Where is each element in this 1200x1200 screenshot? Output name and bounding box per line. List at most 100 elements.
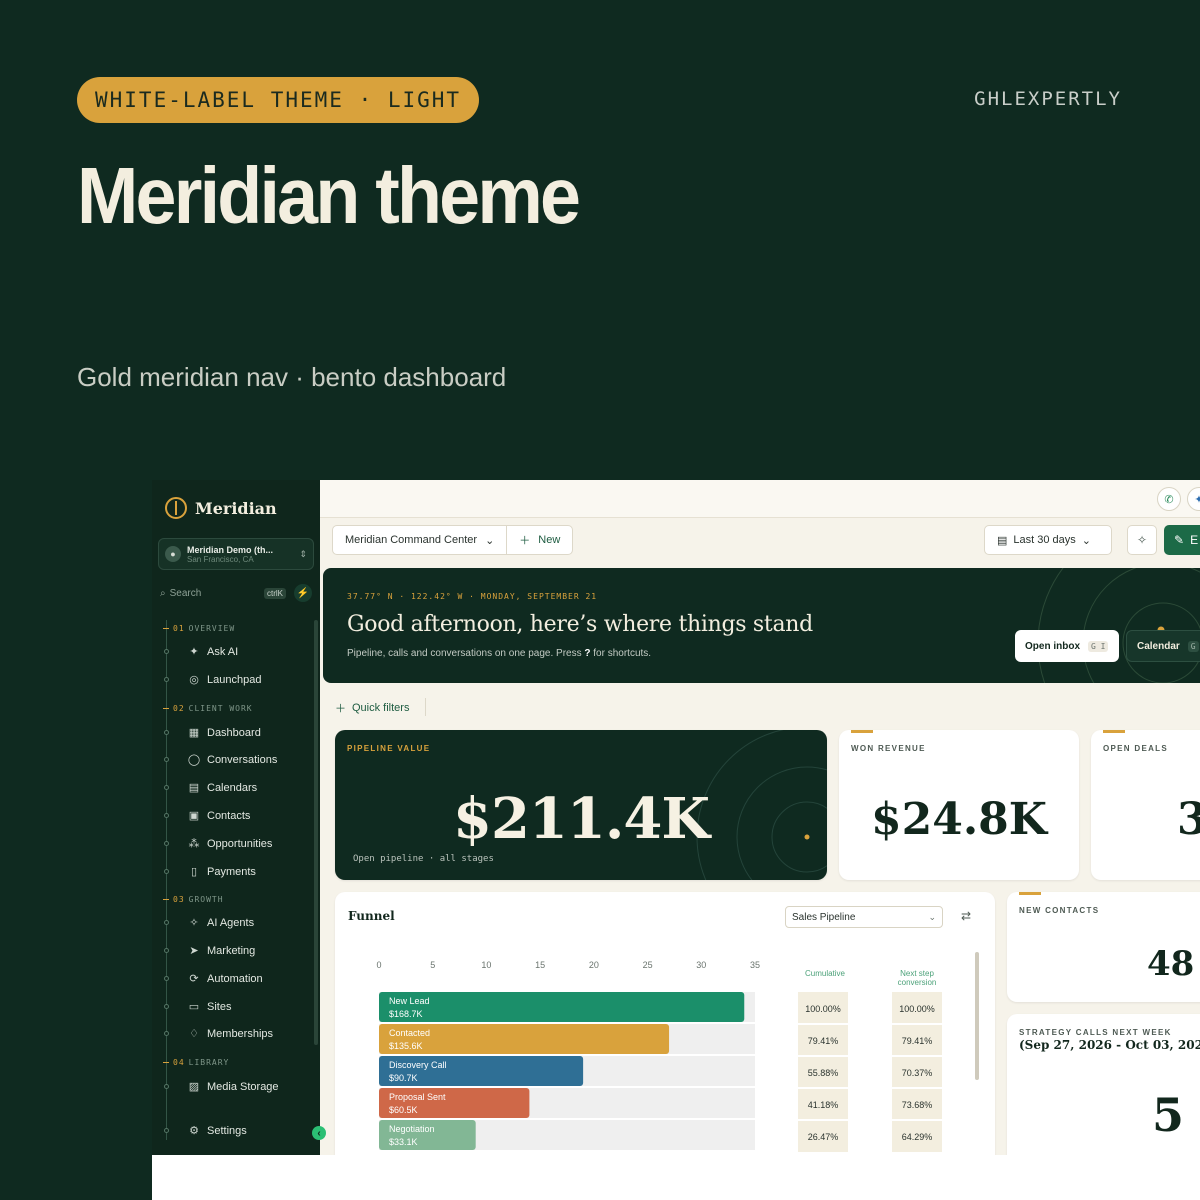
greeting-title: Good afternoon, here’s where things stan…	[347, 612, 813, 637]
hero-title: Meridian theme	[77, 151, 581, 240]
card-accent	[1019, 892, 1041, 895]
greeting-banner: 37.77° N · 122.42° W · MONDAY, SEPTEMBER…	[323, 568, 1200, 683]
account-name: Meridian Demo (th...	[187, 544, 274, 555]
x-tick-label: 30	[696, 960, 706, 970]
funnel-card: Funnel Sales Pipeline ⌄ ⇄ Cumulative Nex…	[335, 892, 995, 1155]
x-tick-label: 35	[750, 960, 760, 970]
date-range-select[interactable]: ▤ Last 30 days ⌄	[984, 525, 1112, 555]
x-tick-label: 5	[430, 960, 435, 970]
collapse-sidebar-button[interactable]: ‹	[312, 1126, 326, 1140]
sidebar-item-sites[interactable]: ▭ Sites	[164, 1000, 231, 1013]
cumulative-value: 55.88%	[808, 1068, 839, 1078]
magic-wand-button[interactable]: ✧	[1127, 525, 1157, 555]
funnel-scrollbar[interactable]	[975, 952, 979, 1080]
quick-filters-button[interactable]: ＋ Quick filters	[335, 700, 409, 716]
x-tick-label: 20	[589, 960, 599, 970]
sidebar-item-dashboard[interactable]: ▦ Dashboard	[164, 726, 261, 739]
sidebar-item-opportunities[interactable]: ⁂ Opportunities	[164, 837, 272, 850]
calendar-icon: ▤	[188, 782, 200, 794]
x-tick-label: 15	[535, 960, 545, 970]
sidebar-item-automation[interactable]: ⟳ Automation	[164, 972, 263, 985]
search-placeholder: Search	[169, 587, 202, 599]
won-revenue-label: WON REVENUE	[851, 744, 926, 753]
bar-category-label: Discovery Call	[389, 1060, 447, 1070]
strategy-calls-card[interactable]: STRATEGY CALLS NEXT WEEK (Sep 27, 2026 -…	[1007, 1014, 1200, 1155]
pipeline-value: $211.4K	[453, 786, 710, 852]
calendar-shortcut: G	[1187, 640, 1199, 652]
sidebar-item-memberships[interactable]: ♢ Memberships	[164, 1027, 273, 1040]
calendar-button[interactable]: Calendar G	[1126, 630, 1200, 662]
open-inbox-button[interactable]: Open inbox G I	[1015, 630, 1119, 662]
sidebar-item-marketing[interactable]: ➤ Marketing	[164, 944, 255, 957]
bar-value-label: $168.7K	[389, 1009, 423, 1019]
won-revenue-card[interactable]: WON REVENUE $24.8K	[839, 730, 1079, 880]
nav-section-library: 04 LIBRARY	[163, 1058, 229, 1067]
account-avatar-icon: ●	[165, 546, 181, 562]
logo-text: Meridian	[195, 498, 277, 518]
dashboard-selector[interactable]: Meridian Command Center ⌄	[333, 526, 508, 554]
sidebar-item-contacts[interactable]: ▣ Contacts	[164, 809, 250, 822]
magic-wand-icon: ✧	[1136, 533, 1148, 547]
inbox-shortcut: G I	[1088, 640, 1109, 652]
rocket-icon: ◎	[189, 674, 199, 686]
greeting-subtitle: Pipeline, calls and conversations on one…	[347, 648, 652, 659]
nav-section-growth: 03 GROWTH	[163, 895, 224, 904]
bar-category-label: New Lead	[389, 996, 430, 1006]
hero-subtitle: Gold meridian nav · bento dashboard	[77, 362, 507, 392]
sidebar-logo[interactable]: Meridian	[165, 497, 277, 519]
location-date-line: 37.77° N · 122.42° W · MONDAY, SEPTEMBER…	[347, 592, 598, 601]
edit-button[interactable]: ✎ E	[1164, 525, 1200, 555]
open-deals-value: 3	[1177, 794, 1200, 845]
chat-bubble-icon: ◯	[187, 754, 201, 766]
sidebar-item-payments[interactable]: ▯ Payments	[164, 865, 256, 878]
chevron-down-icon: ⌄	[485, 534, 495, 547]
send-icon: ➤	[189, 945, 199, 957]
sidebar-item-settings[interactable]: ⚙ Settings	[164, 1124, 247, 1137]
pipeline-value-card[interactable]: PIPELINE VALUE $211.4K Open pipeline · a…	[335, 730, 827, 880]
sidebar-item-ai-agents[interactable]: ✧ AI Agents	[164, 916, 254, 929]
bar-category-label: Proposal Sent	[389, 1092, 446, 1102]
grid-icon: ▦	[188, 727, 200, 739]
sidebar-scrollbar[interactable]	[314, 620, 318, 1045]
won-revenue-value: $24.8K	[870, 794, 1048, 845]
funnel-bar	[379, 992, 745, 1022]
bar-value-label: $33.1K	[389, 1137, 418, 1147]
divider	[425, 698, 426, 716]
next-step-value: 79.41%	[902, 1036, 933, 1046]
account-switcher[interactable]: ● Meridian Demo (th... San Francisco, CA…	[158, 538, 314, 570]
sidebar-item-media-storage[interactable]: ▨ Media Storage	[164, 1080, 279, 1093]
open-deals-card[interactable]: OPEN DEALS 3	[1091, 730, 1200, 880]
sidebar-item-calendars[interactable]: ▤ Calendars	[164, 781, 257, 794]
cumulative-value: 41.18%	[808, 1100, 839, 1110]
top-bar	[320, 480, 1200, 518]
sidebar: Meridian ● Meridian Demo (th... San Fran…	[152, 480, 326, 1155]
new-dashboard-button[interactable]: ＋ New	[507, 526, 572, 554]
x-tick-label: 10	[481, 960, 491, 970]
bar-value-label: $90.7K	[389, 1073, 418, 1083]
brand-wordmark: GHLEXPERTLY	[974, 88, 1122, 110]
sidebar-item-ask-ai[interactable]: ✦ Ask AI	[164, 645, 238, 658]
nav-section-overview: 01 OVERVIEW	[163, 624, 235, 633]
badge-icon: ♢	[189, 1028, 199, 1040]
lightning-icon[interactable]: ⚡	[294, 584, 312, 602]
new-contacts-card[interactable]: NEW CONTACTS 48	[1007, 892, 1200, 1002]
bar-value-label: $60.5K	[389, 1105, 418, 1115]
compass-icon	[165, 497, 187, 519]
card-accent	[1103, 730, 1125, 733]
pipeline-value-caption: Open pipeline · all stages	[353, 854, 494, 864]
phone-icon[interactable]: ✆	[1157, 487, 1181, 511]
bar-category-label: Contacted	[389, 1028, 430, 1038]
sidebar-item-launchpad[interactable]: ◎ Launchpad	[164, 673, 261, 686]
account-location: San Francisco, CA	[187, 554, 254, 564]
next-step-value: 64.29%	[902, 1132, 933, 1142]
cumulative-value: 79.41%	[808, 1036, 839, 1046]
new-contacts-label: NEW CONTACTS	[1019, 906, 1100, 915]
next-step-value: 70.37%	[902, 1068, 933, 1078]
cumulative-value: 100.00%	[805, 1004, 841, 1014]
sidebar-item-conversations[interactable]: ◯ Conversations	[164, 753, 277, 766]
x-tick-label: 0	[376, 960, 381, 970]
browser-icon: ▭	[188, 1001, 200, 1013]
search-input[interactable]: ⌕ Search ctrlK	[160, 584, 286, 602]
search-shortcut: ctrlK	[264, 587, 286, 599]
contact-book-icon: ▣	[188, 810, 200, 822]
